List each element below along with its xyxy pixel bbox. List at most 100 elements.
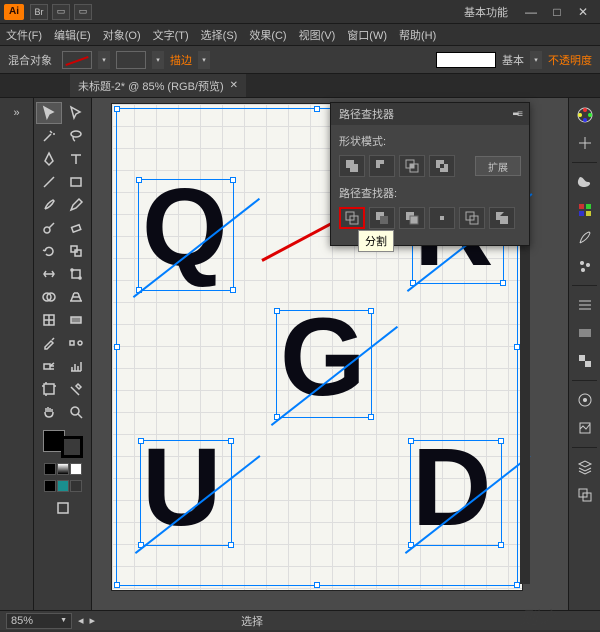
graph-tool[interactable] bbox=[63, 355, 89, 377]
brush-dropdown[interactable]: ▾ bbox=[530, 51, 542, 69]
brush-thumb[interactable] bbox=[436, 52, 496, 68]
blend-label: 混合对象 bbox=[8, 52, 52, 68]
nav-prev-icon[interactable]: ◂ bbox=[78, 614, 84, 627]
zoom-dropdown-icon[interactable]: ▼ bbox=[60, 617, 67, 624]
panel-stroke-icon[interactable] bbox=[572, 292, 598, 318]
maximize-button[interactable]: □ bbox=[544, 3, 570, 21]
blend-tool[interactable] bbox=[63, 332, 89, 354]
minus-front-button[interactable] bbox=[369, 155, 395, 177]
panel-graphic-icon[interactable] bbox=[572, 415, 598, 441]
menu-help[interactable]: 帮助(H) bbox=[399, 27, 436, 43]
zoom-tool[interactable] bbox=[63, 401, 89, 423]
eraser-tool[interactable] bbox=[63, 217, 89, 239]
workspace-label[interactable]: 基本功能 bbox=[464, 4, 508, 20]
pathfinder-panel[interactable]: 路径查找器 ▪▪▪≡ 形状模式: 扩展 路径查找器: bbox=[330, 102, 530, 246]
merge-button[interactable] bbox=[399, 207, 425, 229]
panel-menu-icon[interactable]: ▪▪▪≡ bbox=[513, 109, 521, 120]
arrange2-icon[interactable]: ▭ bbox=[74, 4, 92, 20]
panel-brushes-icon[interactable] bbox=[572, 197, 598, 223]
pen-tool[interactable] bbox=[36, 148, 62, 170]
direct-selection-tool[interactable] bbox=[63, 102, 89, 124]
vertical-scrollbar[interactable] bbox=[520, 198, 530, 584]
free-transform-tool[interactable] bbox=[63, 263, 89, 285]
panel-appearance-icon[interactable] bbox=[572, 387, 598, 413]
slice-tool[interactable] bbox=[63, 378, 89, 400]
eyedropper-tool[interactable] bbox=[36, 332, 62, 354]
panel-transparency-icon[interactable] bbox=[572, 348, 598, 374]
menu-select[interactable]: 选择(S) bbox=[201, 27, 238, 43]
symbol-sprayer-tool[interactable] bbox=[36, 355, 62, 377]
nav-next-icon[interactable]: ▸ bbox=[90, 614, 96, 627]
screen-toggle[interactable] bbox=[50, 497, 76, 519]
fill-swatch[interactable] bbox=[62, 51, 92, 69]
none-mode-icon[interactable] bbox=[70, 463, 82, 475]
normal-screen-icon[interactable] bbox=[44, 480, 56, 492]
menu-edit[interactable]: 编辑(E) bbox=[54, 27, 91, 43]
minimize-button[interactable]: ― bbox=[518, 3, 544, 21]
zoom-field[interactable]: 85% ▼ bbox=[6, 613, 72, 629]
minus-back-button[interactable] bbox=[489, 207, 515, 229]
color-mode-icon[interactable] bbox=[44, 463, 56, 475]
crop-button[interactable] bbox=[429, 207, 455, 229]
panel-symbols2-icon[interactable] bbox=[572, 253, 598, 279]
pencil-tool[interactable] bbox=[63, 194, 89, 216]
lasso-tool[interactable] bbox=[63, 125, 89, 147]
menu-window[interactable]: 窗口(W) bbox=[347, 27, 387, 43]
menu-view[interactable]: 视图(V) bbox=[299, 27, 336, 43]
panel-artboards-icon[interactable] bbox=[572, 482, 598, 508]
shape-builder-tool[interactable] bbox=[36, 286, 62, 308]
bridge-icon[interactable]: Br bbox=[30, 4, 48, 20]
expand-button[interactable]: 扩展 bbox=[475, 156, 521, 176]
trim-button[interactable] bbox=[369, 207, 395, 229]
document-tab[interactable]: 未标题-2* @ 85% (RGB/预览) ✕ bbox=[70, 74, 246, 97]
scale-tool[interactable] bbox=[63, 240, 89, 262]
menu-object[interactable]: 对象(O) bbox=[103, 27, 141, 43]
panel-symbols-icon[interactable] bbox=[572, 225, 598, 251]
rectangle-tool[interactable] bbox=[63, 171, 89, 193]
stroke-dropdown[interactable]: ▾ bbox=[152, 51, 164, 69]
stroke-swatch[interactable] bbox=[116, 51, 146, 69]
magic-wand-tool[interactable] bbox=[36, 125, 62, 147]
intersect-button[interactable] bbox=[399, 155, 425, 177]
close-button[interactable]: ✕ bbox=[570, 3, 596, 21]
panel-gradient-icon[interactable] bbox=[572, 320, 598, 346]
mesh-tool[interactable] bbox=[36, 309, 62, 331]
panel-layers-icon[interactable] bbox=[572, 454, 598, 480]
blob-brush-tool[interactable] bbox=[36, 217, 62, 239]
hand-tool[interactable] bbox=[36, 401, 62, 423]
right-panel-dock bbox=[568, 98, 600, 610]
dock-expand-icon[interactable]: » bbox=[4, 102, 30, 124]
line-tool[interactable] bbox=[36, 171, 62, 193]
titlebar: Ai Br ▭ ▭ 基本功能 ― □ ✕ bbox=[0, 0, 600, 24]
menu-effect[interactable]: 效果(C) bbox=[249, 27, 286, 43]
selection-tool[interactable] bbox=[36, 102, 62, 124]
gradient-mode-icon[interactable] bbox=[57, 463, 69, 475]
menu-file[interactable]: 文件(F) bbox=[6, 27, 42, 43]
panel-swatches-icon[interactable] bbox=[572, 169, 598, 195]
dock-left: » bbox=[0, 98, 34, 610]
perspective-tool[interactable] bbox=[63, 286, 89, 308]
gradient-tool[interactable] bbox=[63, 309, 89, 331]
arrange-icon[interactable]: ▭ bbox=[52, 4, 70, 20]
unite-button[interactable] bbox=[339, 155, 365, 177]
divide-button[interactable] bbox=[339, 207, 365, 229]
fill-dropdown[interactable]: ▾ bbox=[98, 51, 110, 69]
opacity-label[interactable]: 不透明度 bbox=[548, 52, 592, 68]
panel-color-icon[interactable] bbox=[572, 102, 598, 128]
panel-guide-icon[interactable] bbox=[572, 130, 598, 156]
stroke-weight-dropdown[interactable]: ▾ bbox=[198, 51, 210, 69]
screen-mode2-icon[interactable] bbox=[57, 480, 69, 492]
artboard-tool[interactable] bbox=[36, 378, 62, 400]
outline-button[interactable] bbox=[459, 207, 485, 229]
stroke-color[interactable] bbox=[61, 436, 83, 458]
tab-close-icon[interactable]: ✕ bbox=[230, 80, 238, 91]
paintbrush-tool[interactable] bbox=[36, 194, 62, 216]
menu-type[interactable]: 文字(T) bbox=[153, 27, 189, 43]
stroke-label[interactable]: 描边 bbox=[170, 52, 192, 68]
rotate-tool[interactable] bbox=[36, 240, 62, 262]
fill-stroke-indicator[interactable] bbox=[43, 430, 83, 458]
type-tool[interactable] bbox=[63, 148, 89, 170]
width-tool[interactable] bbox=[36, 263, 62, 285]
exclude-button[interactable] bbox=[429, 155, 455, 177]
screen-mode3-icon[interactable] bbox=[70, 480, 82, 492]
